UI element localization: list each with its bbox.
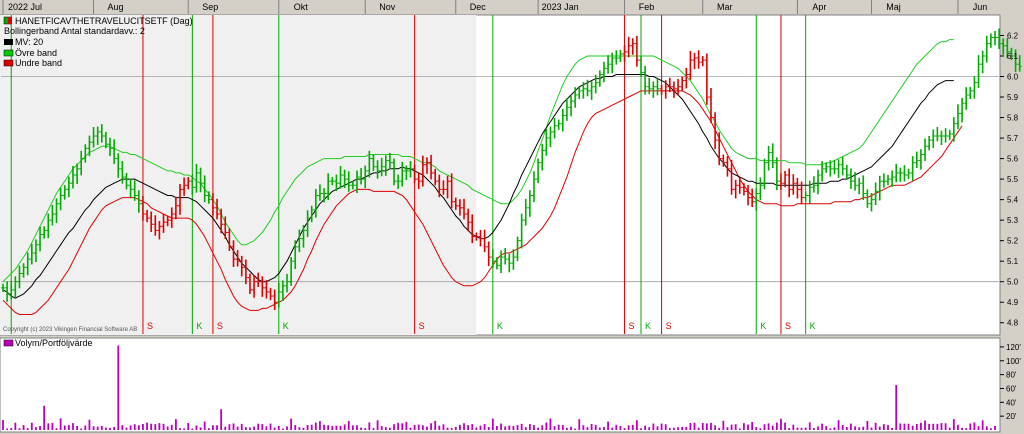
volume-tick-label: 60' xyxy=(1006,384,1017,393)
sell-signal-label: S xyxy=(666,321,672,331)
volume-tick-label: 120' xyxy=(1006,343,1021,352)
price-tick-label: 5.7 xyxy=(1007,134,1019,143)
legend-swatch-upper xyxy=(3,49,14,57)
price-tick-label: 6.0 xyxy=(1007,73,1019,82)
stock-chart: 2022 Jul Aug Sep Okt Nov Dec 2023 Jan Feb Mar Apr… xyxy=(0,0,1024,434)
sell-signal-label: S xyxy=(629,321,635,331)
price-tick-label: 5.6 xyxy=(1007,155,1019,164)
volume-tick-label: 100' xyxy=(1006,357,1021,366)
month-label: 2023 Jan xyxy=(542,2,579,12)
price-tick-label: 5.2 xyxy=(1007,237,1019,246)
legend-swatch-mv xyxy=(4,39,13,45)
volume-label: Volym/Portföljvärde xyxy=(15,338,93,348)
month-label: Mar xyxy=(717,2,733,12)
month-label: Aug xyxy=(108,2,124,12)
buy-signal-label: K xyxy=(497,321,503,331)
legend-mv: MV: 20 xyxy=(15,37,43,47)
month-label: Okt xyxy=(294,2,309,12)
month-label: Maj xyxy=(886,2,901,12)
month-label: Jun xyxy=(973,2,988,12)
buy-signal-label: K xyxy=(645,321,651,331)
volume-tick-label: 20' xyxy=(1006,412,1017,421)
price-tick-label: 5.0 xyxy=(1007,278,1019,287)
sell-signal-label: S xyxy=(785,321,791,331)
volume-tick-label: 80' xyxy=(1006,371,1017,380)
month-label: Feb xyxy=(639,2,655,12)
price-tick-label: 6.1 xyxy=(1007,52,1019,61)
legend-swatch-volume xyxy=(3,339,14,347)
price-tick-label: 4.8 xyxy=(1007,319,1019,328)
buy-signal-label: K xyxy=(196,321,202,331)
volume-tick-label: 40' xyxy=(1006,398,1017,407)
buy-signal-label: K xyxy=(760,321,766,331)
price-tick-label: 5.1 xyxy=(1007,257,1019,266)
legend-title: HANETFICAVTHETRAVELUCITSETF (Dag) xyxy=(15,16,193,26)
legend-lower: Undre band xyxy=(15,58,62,68)
month-label: Sep xyxy=(202,2,218,12)
price-tick-label: 5.5 xyxy=(1007,175,1019,184)
month-label: Apr xyxy=(812,2,826,12)
price-tick-label: 5.9 xyxy=(1007,93,1019,102)
sell-signal-label: S xyxy=(217,321,223,331)
legend-upper: Övre band xyxy=(15,48,57,58)
sell-signal-label: S xyxy=(147,321,153,331)
legend-swatch-price-down xyxy=(8,17,12,24)
price-tick-label: 6.2 xyxy=(1007,31,1019,40)
month-label: Dec xyxy=(470,2,487,12)
price-tick-label: 5.4 xyxy=(1007,196,1019,205)
month-label: 2022 Jul xyxy=(8,2,42,12)
month-label: Nov xyxy=(379,2,396,12)
volume-legend: Volym/Portföljvärde xyxy=(3,338,93,348)
copyright: Copyright (c) 2023 Vikingen Financial So… xyxy=(3,327,137,333)
buy-signal-label: K xyxy=(810,321,816,331)
volume-panel xyxy=(0,337,1001,433)
history-shading xyxy=(0,15,477,335)
price-tick-label: 5.3 xyxy=(1007,216,1019,225)
legend-subtitle: Bollingerband Antal standardavv.: 2 xyxy=(4,26,145,36)
legend-swatch-lower xyxy=(3,59,14,67)
price-tick-label: 5.8 xyxy=(1007,114,1019,123)
buy-signal-label: K xyxy=(283,321,289,331)
sell-signal-label: S xyxy=(419,321,425,331)
price-tick-label: 4.9 xyxy=(1007,298,1019,307)
